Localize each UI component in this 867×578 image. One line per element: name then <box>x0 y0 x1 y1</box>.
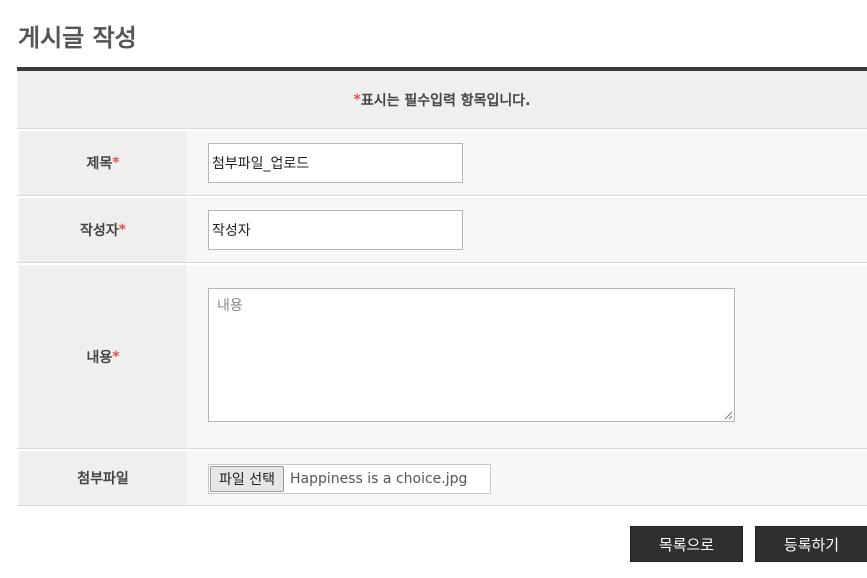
author-cell <box>188 198 867 262</box>
list-button[interactable]: 목록으로 <box>630 526 743 562</box>
required-notice-text: 표시는 필수입력 항목입니다. <box>360 92 531 109</box>
title-label-text: 제목 <box>86 156 113 172</box>
required-marker: * <box>112 348 120 365</box>
attachment-cell: 파일 선택 Happiness is a choice.jpg <box>188 451 867 505</box>
required-notice: * 표시는 필수입력 항목입니다. <box>17 71 867 129</box>
form-row-title: 제목 * <box>17 129 867 196</box>
content-textarea[interactable] <box>208 288 735 422</box>
required-marker: * <box>353 91 361 108</box>
author-label-text: 작성자 <box>80 223 119 239</box>
selected-file-name: Happiness is a choice.jpg <box>289 471 468 487</box>
form-row-author: 작성자 * <box>17 196 867 263</box>
form-row-attachment: 첨부파일 파일 선택 Happiness is a choice.jpg <box>17 449 867 506</box>
title-label: 제목 * <box>19 131 187 195</box>
required-marker: * <box>118 222 126 238</box>
attachment-label-text: 첨부파일 <box>77 471 129 487</box>
submit-button[interactable]: 등록하기 <box>755 526 867 562</box>
file-input[interactable]: 파일 선택 Happiness is a choice.jpg <box>208 464 491 494</box>
resize-grip-icon[interactable] <box>723 410 733 420</box>
author-label: 작성자 * <box>19 198 187 262</box>
required-marker: * <box>112 155 120 171</box>
attachment-label: 첨부파일 <box>19 451 187 505</box>
title-input[interactable] <box>208 143 463 183</box>
form-row-content: 내용 * <box>17 263 867 449</box>
content-label-text: 내용 <box>86 349 113 366</box>
content-cell <box>188 265 867 448</box>
content-label: 내용 * <box>19 265 187 448</box>
author-input[interactable] <box>208 210 463 250</box>
title-cell <box>188 131 867 195</box>
choose-file-button[interactable]: 파일 선택 <box>210 466 284 492</box>
page-title: 게시글 작성 <box>18 24 137 52</box>
